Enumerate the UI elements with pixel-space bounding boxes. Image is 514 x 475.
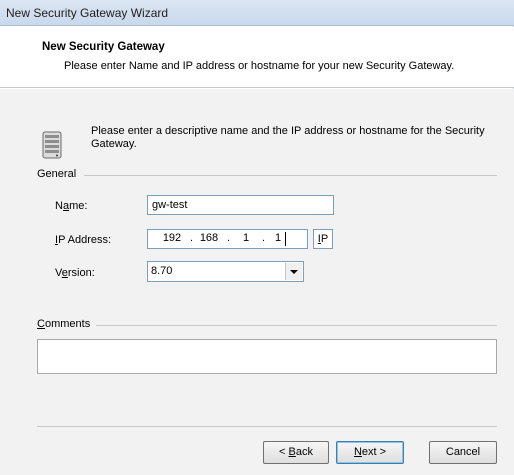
general-group-label: General	[37, 168, 77, 180]
version-select[interactable]: 8.70	[147, 261, 304, 282]
comments-group-divider	[96, 325, 497, 326]
ip-mode-button[interactable]: IP	[313, 229, 333, 249]
text-caret	[285, 232, 286, 246]
ip-dot: .	[190, 232, 194, 244]
button-bar-divider	[37, 426, 497, 427]
comments-textarea[interactable]	[37, 339, 497, 374]
next-button[interactable]: Next >	[336, 441, 404, 464]
page-subtitle: Please enter Name and IP address or host…	[64, 60, 455, 72]
general-group-divider	[84, 175, 497, 176]
back-button[interactable]: < Back	[263, 441, 329, 464]
ip-octet-4[interactable]: 1	[264, 232, 292, 244]
ip-address-input[interactable]: 192 . 168 . 1 . 1	[147, 229, 308, 249]
name-input[interactable]: gw-test	[147, 195, 334, 215]
wizard-window: New Security Gateway Wizard New Security…	[0, 0, 514, 475]
comments-label: Comments	[37, 318, 91, 330]
window-title: New Security Gateway Wizard	[6, 6, 169, 20]
ip-octet-1[interactable]: 192	[158, 232, 186, 244]
wizard-header: New Security Gateway Please enter Name a…	[0, 27, 514, 88]
cancel-button[interactable]: Cancel	[429, 441, 497, 464]
page-title: New Security Gateway	[42, 41, 165, 53]
intro-text: Please enter a descriptive name and the …	[91, 125, 485, 150]
version-label: Version:	[55, 267, 95, 279]
server-icon	[42, 131, 62, 159]
ip-octet-2[interactable]: 168	[195, 232, 223, 244]
title-bar[interactable]: New Security Gateway Wizard	[0, 0, 514, 26]
ip-dot: .	[227, 232, 231, 244]
version-select-value: 8.70	[151, 265, 173, 277]
ip-address-label: IP Address:	[55, 234, 112, 246]
chevron-down-icon[interactable]	[285, 263, 302, 280]
name-label: Name:	[55, 200, 88, 212]
ip-octet-3[interactable]: 1	[232, 232, 260, 244]
